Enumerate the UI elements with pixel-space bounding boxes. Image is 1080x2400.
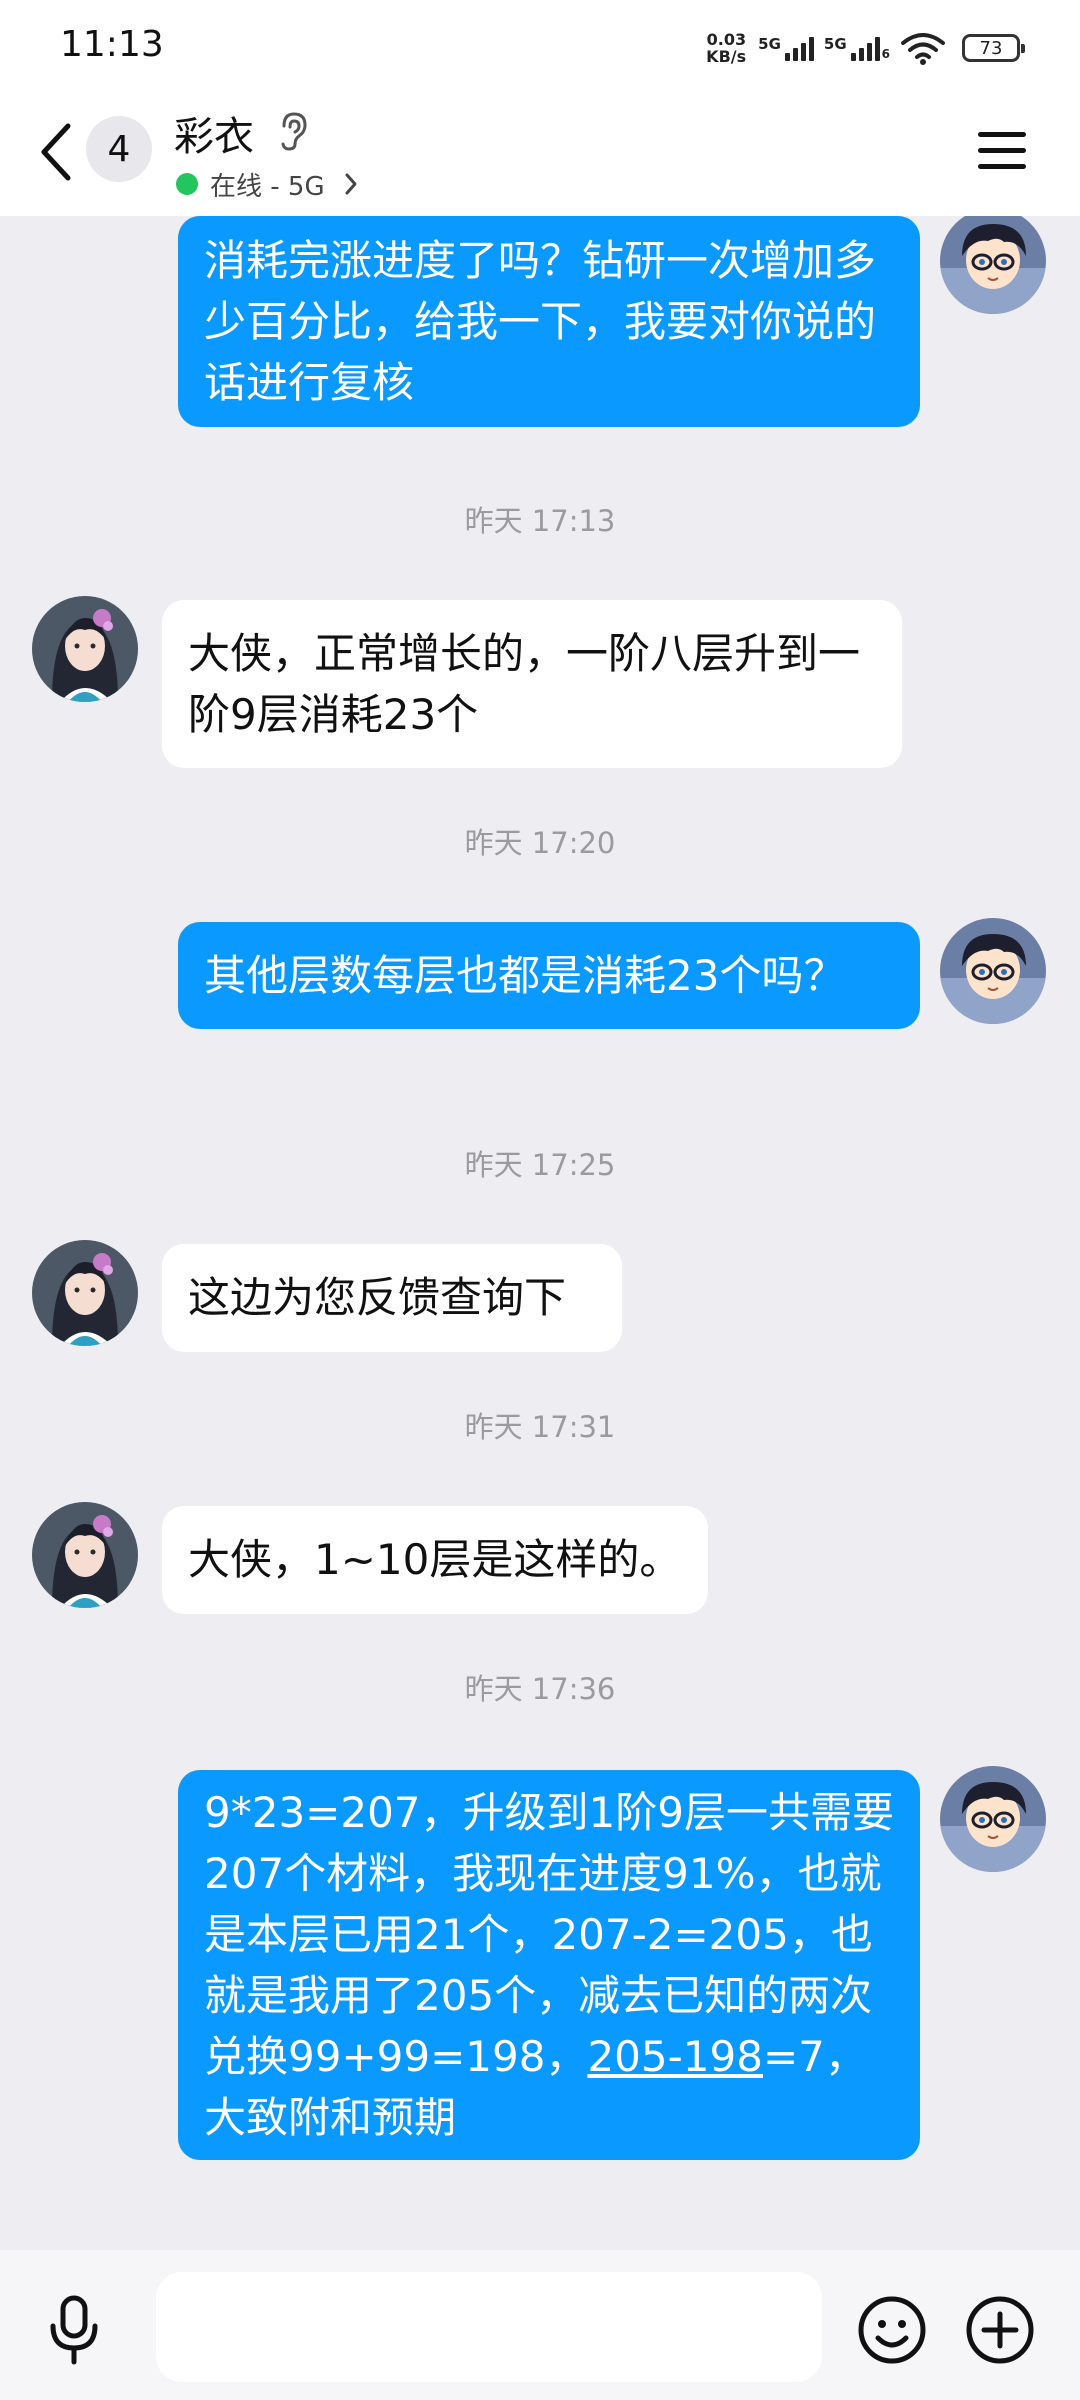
message-text: 其他层数每层也都是消耗23个吗？	[204, 951, 846, 1000]
battery-level: 73	[979, 37, 1003, 59]
network-speed: 0.03 KB/s	[706, 31, 746, 65]
chat-header: 4 彩衣 在线 - 5G	[0, 92, 1080, 216]
message-bubble-incoming[interactable]: 大侠，1~10层是这样的。	[162, 1506, 708, 1614]
network-speed-value: 0.03	[706, 30, 747, 49]
message-bubble-incoming[interactable]: 这边为您反馈查询下	[162, 1244, 622, 1352]
input-bar	[0, 2250, 1080, 2400]
message-bubble-outgoing[interactable]: 其他层数每层也都是消耗23个吗？	[178, 922, 920, 1029]
chevron-right-icon	[345, 173, 357, 195]
message-text: 这边为您反馈查询下	[188, 1273, 567, 1322]
message-timestamp: 昨天 17:36	[464, 1672, 616, 1706]
message-input[interactable]	[156, 2272, 822, 2382]
message-timestamp: 昨天 17:25	[464, 1148, 616, 1182]
message-bubble-outgoing[interactable]: 消耗完涨进度了吗？钻研一次增加多少百分比，给我一下，我要对你说的话进行复核	[178, 216, 920, 427]
message-list[interactable]: 消耗完涨进度了吗？钻研一次增加多少百分比，给我一下，我要对你说的话进行复核 昨天…	[0, 216, 1080, 2250]
contact-name[interactable]: 彩衣	[174, 104, 254, 162]
message-text: 大侠，正常增长的，一阶八层升到一阶9层消耗23个	[188, 629, 861, 739]
signal-1-label: 5G	[758, 35, 781, 53]
unread-count-badge[interactable]: 4	[86, 116, 152, 182]
plus-button[interactable]	[964, 2294, 1036, 2366]
message-text-highlighted[interactable]: 205-198	[587, 2032, 763, 2081]
back-button[interactable]	[36, 120, 76, 184]
online-status-row[interactable]: 在线 - 5G	[176, 166, 359, 202]
signal-1-icon: 5G	[758, 35, 814, 61]
status-time: 11:13	[60, 24, 164, 65]
my-avatar[interactable]	[940, 918, 1046, 1024]
message-timestamp: 昨天 17:13	[464, 504, 616, 538]
wifi-icon	[901, 33, 945, 65]
my-avatar[interactable]	[940, 216, 1046, 314]
battery-icon: 73	[962, 34, 1025, 62]
emoji-button[interactable]	[856, 2294, 928, 2366]
contact-avatar[interactable]	[32, 1502, 138, 1608]
message-text: 消耗完涨进度了吗？钻研一次增加多少百分比，给我一下，我要对你说的话进行复核	[204, 236, 877, 407]
online-dot-icon	[176, 173, 198, 195]
message-timestamp: 昨天 17:20	[464, 826, 616, 860]
message-bubble-incoming[interactable]: 大侠，正常增长的，一阶八层升到一阶9层消耗23个	[162, 600, 902, 768]
contact-avatar[interactable]	[32, 596, 138, 702]
online-status-text: 在线 - 5G	[210, 171, 325, 202]
signal-2-sub: 6	[881, 47, 890, 61]
status-indicators: 0.03 KB/s 5G 5G 6 73	[706, 26, 1025, 70]
my-avatar[interactable]	[940, 1766, 1046, 1872]
message-bubble-outgoing[interactable]: 9*23=207，升级到1阶9层一共需要207个材料，我现在进度91%，也就是本…	[178, 1770, 920, 2160]
ear-icon[interactable]	[276, 110, 310, 152]
network-speed-unit: KB/s	[706, 47, 747, 66]
microphone-button[interactable]	[44, 2294, 104, 2366]
signal-2-label: 5G	[823, 35, 847, 53]
contact-avatar[interactable]	[32, 1240, 138, 1346]
message-text: 大侠，1~10层是这样的。	[188, 1535, 682, 1584]
menu-button[interactable]	[976, 128, 1028, 174]
message-timestamp: 昨天 17:31	[464, 1410, 616, 1444]
status-bar: 11:13 0.03 KB/s 5G 5G 6 73	[0, 0, 1080, 92]
signal-2-icon: 5G 6	[824, 35, 890, 61]
